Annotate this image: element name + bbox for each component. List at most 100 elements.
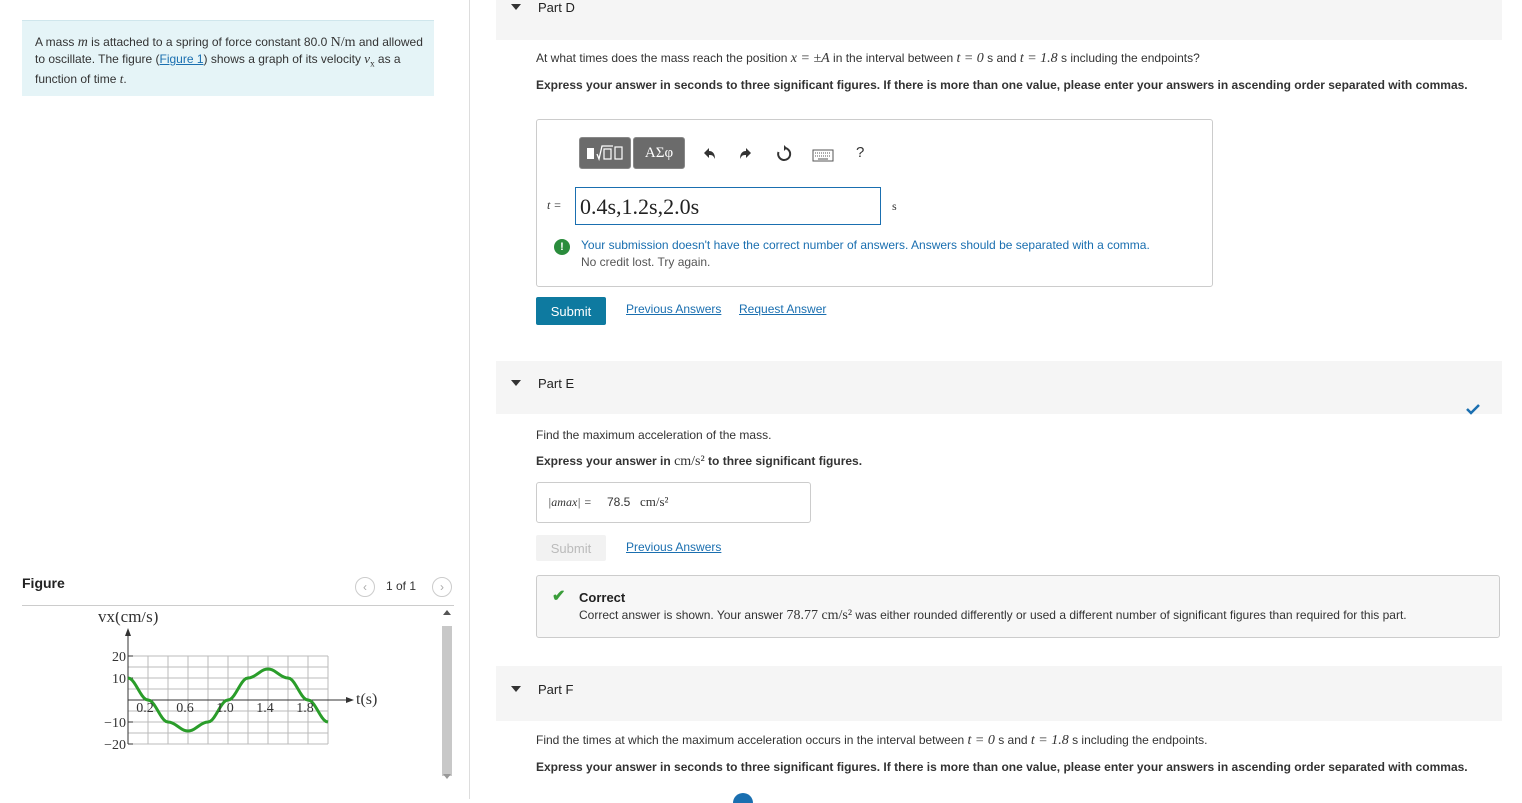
part-d-previous-answers-link[interactable]: Previous Answers bbox=[626, 302, 721, 316]
problem-text: . bbox=[123, 72, 126, 86]
checkmark-icon bbox=[1466, 404, 1480, 415]
scrollbar-thumb[interactable] bbox=[442, 626, 452, 776]
part-d-submit-button[interactable]: Submit bbox=[536, 297, 606, 325]
question-text: s including the endpoints? bbox=[1058, 51, 1200, 65]
next-figure-button[interactable]: › bbox=[432, 577, 452, 597]
reset-icon bbox=[775, 145, 793, 163]
part-f-instructions: Express your answer in seconds to three … bbox=[536, 759, 1496, 775]
part-d-title: Part D bbox=[538, 0, 575, 15]
figure-scrollbar[interactable] bbox=[440, 608, 454, 786]
instr-text: to three significant figures. bbox=[705, 454, 862, 468]
caret-down-icon bbox=[511, 4, 521, 10]
x-tick-label: 0.2 bbox=[136, 701, 154, 716]
part-d-answer-input[interactable]: 0.4s,1.2s,2.0s bbox=[575, 187, 881, 225]
question-text: s and bbox=[995, 733, 1031, 747]
part-e-instructions: Express your answer in cm/s² to three si… bbox=[536, 454, 862, 470]
figure-counter: 1 of 1 bbox=[386, 579, 416, 593]
redo-button[interactable] bbox=[737, 145, 755, 163]
greek-button[interactable]: ΑΣφ bbox=[633, 137, 685, 169]
var-m: m bbox=[78, 35, 88, 50]
math-x-pm-a: x = ±A bbox=[791, 51, 830, 66]
y-tick-label: 10 bbox=[112, 672, 126, 687]
y-tick-label: −20 bbox=[104, 738, 126, 753]
keyboard-icon bbox=[812, 148, 834, 162]
answer-label: |amax| = bbox=[548, 495, 592, 510]
y-axis-label: vx(cm/s) bbox=[98, 612, 158, 626]
question-text: in the interval between bbox=[830, 51, 957, 65]
answer-value: 78.5 bbox=[607, 495, 630, 509]
problem-statement: A mass m is attached to a spring of forc… bbox=[22, 20, 434, 96]
velocity-chart: 20 10 −10 −20 0.2 0.6 1.0 1.4 1.8 vx(cm/s) t(s) bbox=[80, 612, 390, 762]
question-text: s and bbox=[984, 51, 1020, 65]
help-button[interactable]: ? bbox=[856, 144, 864, 161]
part-e-answer-box: |amax| = 78.5 cm/s² bbox=[536, 482, 811, 523]
part-f-question: Find the times at which the maximum acce… bbox=[536, 733, 1208, 749]
caret-down-icon bbox=[511, 686, 521, 692]
math-t0: t = 0 bbox=[956, 51, 983, 66]
undo-button[interactable] bbox=[700, 145, 718, 163]
part-f-header[interactable]: Part F bbox=[496, 666, 1502, 721]
math-t18: t = 1.8 bbox=[1031, 733, 1069, 748]
panel-divider bbox=[469, 0, 470, 799]
question-text: s including the endpoints. bbox=[1069, 733, 1208, 747]
answer-var-label: t = bbox=[547, 198, 561, 213]
caret-down-icon bbox=[511, 380, 521, 386]
instr-unit: cm/s² bbox=[674, 454, 705, 469]
correct-title: Correct bbox=[579, 590, 625, 605]
question-text: At what times does the mass reach the po… bbox=[536, 51, 791, 65]
prev-figure-button[interactable]: ‹ bbox=[355, 577, 375, 597]
x-tick-label: 1.8 bbox=[296, 701, 314, 716]
instr-text: Express your answer in bbox=[536, 454, 674, 468]
part-d-question: At what times does the mass reach the po… bbox=[536, 51, 1200, 67]
x-axis-arrow bbox=[346, 697, 354, 703]
part-e-submit-button[interactable]: Submit bbox=[536, 535, 606, 561]
feedback-submessage: No credit lost. Try again. bbox=[581, 255, 710, 269]
y-tick-label: −10 bbox=[104, 716, 126, 731]
undo-icon bbox=[700, 145, 718, 163]
figure-title: Figure bbox=[22, 575, 65, 591]
question-text: Find the times at which the maximum acce… bbox=[536, 733, 968, 747]
math-t18: t = 1.8 bbox=[1020, 51, 1058, 66]
msg-value: 78.77 cm/s² bbox=[786, 608, 852, 623]
part-f-title: Part F bbox=[538, 682, 573, 697]
help-bubble-icon[interactable] bbox=[733, 793, 753, 803]
math-t0: t = 0 bbox=[968, 733, 995, 748]
unit-n-per-m: N/m bbox=[331, 35, 356, 50]
warning-icon: ! bbox=[554, 239, 570, 255]
figure-divider bbox=[22, 605, 454, 606]
request-answer-link[interactable]: Request Answer bbox=[739, 302, 826, 316]
chart-labels: 20 10 −10 −20 0.2 0.6 1.0 1.4 1.8 vx(cm/s) t(s) bbox=[98, 612, 377, 753]
part-d-instructions: Express your answer in seconds to three … bbox=[536, 77, 1496, 93]
scroll-down-icon[interactable] bbox=[443, 774, 451, 779]
problem-text: ) shows a graph of its velocity bbox=[204, 52, 365, 66]
reset-button[interactable] bbox=[775, 145, 793, 163]
x-axis-label: t(s) bbox=[356, 691, 377, 708]
part-e-title: Part E bbox=[538, 376, 574, 391]
problem-text: A mass bbox=[35, 35, 78, 49]
check-icon: ✔ bbox=[552, 586, 565, 606]
figure-link[interactable]: Figure 1 bbox=[160, 52, 204, 66]
redo-icon bbox=[737, 145, 755, 163]
x-tick-label: 0.6 bbox=[176, 701, 194, 716]
correct-feedback: ✔ Correct Correct answer is shown. Your … bbox=[536, 575, 1500, 638]
scroll-up-icon[interactable] bbox=[443, 610, 451, 615]
msg-text: Correct answer is shown. Your answer bbox=[579, 608, 786, 622]
keyboard-button[interactable] bbox=[812, 148, 834, 162]
msg-text: was either rounded differently or used a… bbox=[852, 608, 1407, 622]
correct-message: Correct answer is shown. Your answer 78.… bbox=[579, 608, 1407, 624]
chevron-right-icon: › bbox=[440, 580, 444, 594]
part-e-question: Find the maximum acceleration of the mas… bbox=[536, 428, 771, 442]
y-tick-label: 20 bbox=[112, 650, 126, 665]
answer-unit: s bbox=[892, 199, 897, 214]
part-d-header[interactable]: Part D bbox=[496, 0, 1502, 40]
feedback-message: Your submission doesn't have the correct… bbox=[581, 238, 1150, 252]
x-tick-label: 1.4 bbox=[256, 701, 274, 716]
templates-button[interactable] bbox=[579, 137, 631, 169]
part-e-previous-answers-link[interactable]: Previous Answers bbox=[626, 540, 721, 554]
chevron-left-icon: ‹ bbox=[363, 580, 367, 594]
x-tick-label: 1.0 bbox=[216, 701, 234, 716]
y-axis-arrow bbox=[125, 628, 131, 636]
templates-icon bbox=[585, 143, 625, 163]
part-e-header[interactable]: Part E bbox=[496, 361, 1502, 414]
answer-unit: cm/s² bbox=[640, 494, 668, 510]
